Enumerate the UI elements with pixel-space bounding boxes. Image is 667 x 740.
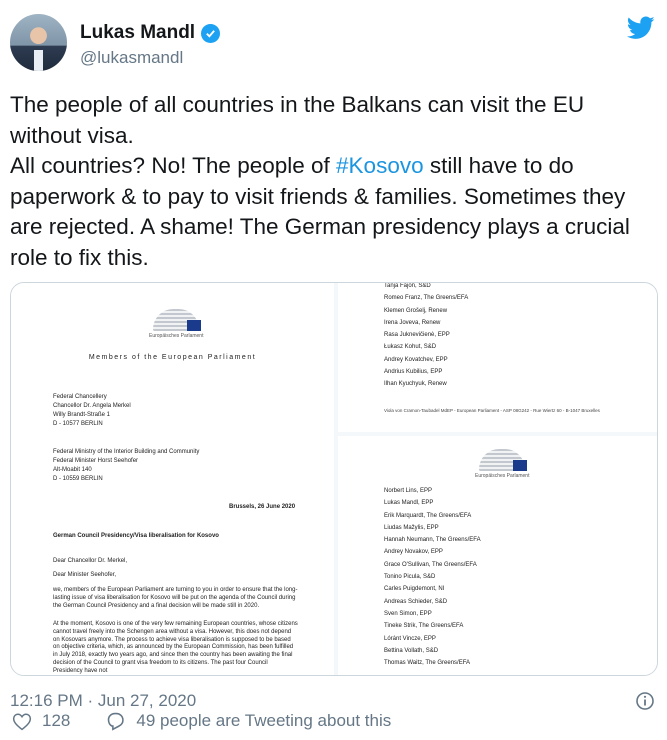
signatory: Klemen Grošelj, Renew <box>384 307 448 314</box>
like-action[interactable]: 128 <box>12 711 70 731</box>
addr1-line: Federal Chancellery <box>53 394 107 400</box>
tweet-text: The people of all countries in the Balka… <box>10 90 650 273</box>
signatory: Lukas Mandl, EPP <box>384 500 434 507</box>
addr1-line: Chancellor Dr. Angela Merkel <box>53 403 131 409</box>
letter-date: Brussels, 26 June 2020 <box>229 504 296 510</box>
addr2-line: Federal Ministry of the Interior Buildin… <box>53 449 200 455</box>
avatar[interactable] <box>10 14 67 71</box>
eu-flag-icon <box>187 320 202 331</box>
letter-page-3[interactable]: Europäisches Parlament Norbert Lins, EPP… <box>338 436 657 675</box>
letter-footer: Viola von Cramon-Taubadel MdEP - Europea… <box>384 408 600 413</box>
signatory: Erik Marquardt, The Greens/EFA <box>384 512 472 519</box>
ep-logo-caption: Europäisches Parlament <box>475 473 530 479</box>
signatory: Tanja Fajon, S&D <box>384 283 431 289</box>
twitter-bird-icon[interactable] <box>627 16 655 40</box>
signatory: Tonino Picula, S&D <box>384 574 436 581</box>
tweet-media[interactable]: Europäisches Parlament Members of the Eu… <box>10 282 658 676</box>
signatory: Rasa Juknevičienė, EPP <box>384 332 450 339</box>
tweet-text-line1: The people of all countries in the Balka… <box>10 92 585 148</box>
addr2-line: Federal Minister Horst Seehofer <box>53 458 139 464</box>
signatory: Andreas Schieder, S&D <box>384 598 448 605</box>
speech-bubble-icon[interactable] <box>105 711 126 731</box>
avatar-shirt <box>34 50 43 71</box>
addr2-line: Alt-Moabit 140 <box>53 467 92 473</box>
signatory: Thomas Waitz, The Greens/EFA <box>384 660 471 667</box>
tweeting-about-label[interactable]: 49 people are Tweeting about this <box>136 711 391 731</box>
signatory: Andrey Novakov, EPP <box>384 549 443 556</box>
hashtag-link[interactable]: #Kosovo <box>336 153 424 178</box>
letter-page-2-end[interactable]: Tanja Fajon, S&D Romeo Franz, The Greens… <box>338 283 657 432</box>
reply-action[interactable]: 49 people are Tweeting about this <box>105 711 391 731</box>
ep-logo: Europäisches Parlament <box>149 309 203 339</box>
signatory: Lóránt Vincze, EPP <box>384 635 436 642</box>
addr1-line: D - 10577 BERLIN <box>53 421 103 427</box>
tweet-header: Lukas Mandl @lukasmandl <box>10 14 657 74</box>
signatory-list: Tanja Fajon, S&D Romeo Franz, The Greens… <box>384 283 468 394</box>
tweet-timestamp[interactable]: 12:16 PM · Jun 27, 2020 <box>10 691 196 711</box>
ep-logo: Europäisches Parlament <box>475 449 529 479</box>
signatory: Andrey Kovatchev, EPP <box>384 356 448 363</box>
addr1-line: Willy Brandt-Straße 1 <box>53 412 111 418</box>
heart-icon[interactable] <box>12 712 32 731</box>
signatory: Bettina Vollath, S&D <box>384 647 439 654</box>
signatory: Andrius Kubilius, EPP <box>384 369 443 376</box>
signatory: Sven Simon, EPP <box>384 610 432 617</box>
signatory: Łukasz Kohut, S&D <box>384 344 437 351</box>
salutation-1: Dear Chancellor Dr. Merkel, <box>53 558 128 564</box>
letter-heading: Members of the European Parliament <box>88 354 257 361</box>
letter-page-1[interactable]: Europäisches Parlament Members of the Eu… <box>11 283 334 675</box>
signatory: Liudas Mažylis, EPP <box>384 524 439 531</box>
tweet-actions: 128 49 people are Tweeting about this <box>12 711 391 731</box>
letter-subject: German Council Presidency/Visa liberalis… <box>53 533 219 539</box>
author-handle[interactable]: @lukasmandl <box>80 48 183 68</box>
signatory: Carles Puigdemont, NI <box>384 586 445 593</box>
signatory: Romeo Franz, The Greens/EFA <box>384 295 469 302</box>
salutation-2: Dear Minister Seehofer, <box>53 572 117 578</box>
signatory: Ilhan Kyuchyuk, Renew <box>384 381 447 388</box>
letter-paragraph-1: we, members of the European Parliament a… <box>53 587 298 609</box>
signatory-list: Norbert Lins, EPP Lukas Mandl, EPP Erik … <box>384 488 481 672</box>
author-name-row[interactable]: Lukas Mandl <box>80 22 221 44</box>
signatory: Irena Joveva, Renew <box>384 319 441 326</box>
ep-logo-caption: Europäisches Parlament <box>149 333 204 339</box>
signatory: Tineke Strik, The Greens/EFA <box>384 623 464 630</box>
verified-badge-icon <box>201 23 221 43</box>
signatory: Hannah Neumann, The Greens/EFA <box>384 537 481 544</box>
signatory: Grace O'Sullivan, The Greens/EFA <box>384 561 477 568</box>
ep-logo-dome <box>153 309 202 331</box>
like-count: 128 <box>42 711 71 730</box>
signatory: Norbert Lins, EPP <box>384 488 433 494</box>
tweet-text-line2-pre: All countries? No! The people of <box>10 153 337 178</box>
author-name[interactable]: Lukas Mandl <box>80 22 195 44</box>
letter-paragraph-2: At the moment, Kosovo is one of the very… <box>53 621 298 674</box>
addr2-line: D - 10559 BERLIN <box>53 476 103 482</box>
info-icon[interactable] <box>635 691 655 711</box>
ep-logo-dome <box>479 449 528 471</box>
eu-flag-icon <box>513 460 528 471</box>
